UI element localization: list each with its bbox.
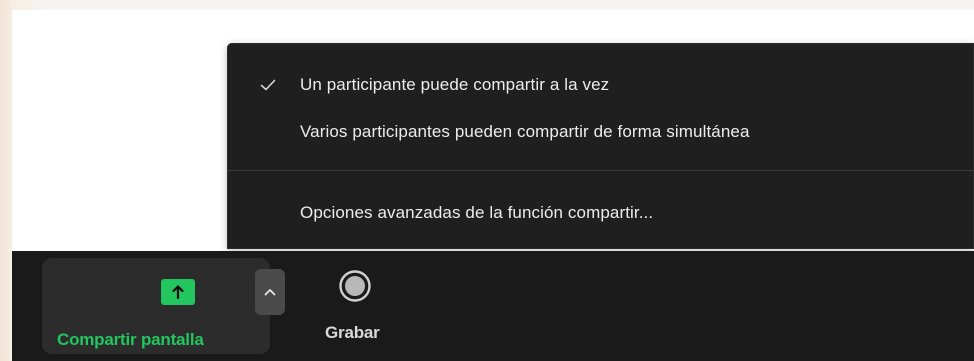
share-options-toggle[interactable] [255,269,285,315]
record-label[interactable]: Grabar [325,323,380,343]
menu-item-single-share[interactable]: Un participante puede compartir a la vez [227,63,974,107]
record-button[interactable] [338,269,372,303]
chevron-up-icon [264,288,276,296]
menu-item-label: Un participante puede compartir a la vez [300,75,610,94]
share-screen-label[interactable]: Compartir pantalla [57,330,204,350]
arrow-up-icon [171,284,185,300]
menu-divider [227,170,974,171]
menu-item-advanced-share-options[interactable]: Opciones avanzadas de la función compart… [227,191,974,235]
menu-item-label: Opciones avanzadas de la función compart… [300,203,654,222]
menu-item-multiple-share[interactable]: Varios participantes pueden compartir de… [227,110,974,154]
share-screen-group: Compartir pantalla [42,258,285,354]
record-icon [338,269,372,303]
screen: Un participante puede compartir a la vez… [0,0,974,361]
share-screen-button[interactable] [161,279,195,305]
meeting-toolbar: Compartir pantalla Grabar [12,251,974,361]
menu-item-label: Varios participantes pueden compartir de… [300,122,750,141]
share-options-menu: Un participante puede compartir a la vez… [227,43,974,249]
checkmark-icon [259,76,277,94]
